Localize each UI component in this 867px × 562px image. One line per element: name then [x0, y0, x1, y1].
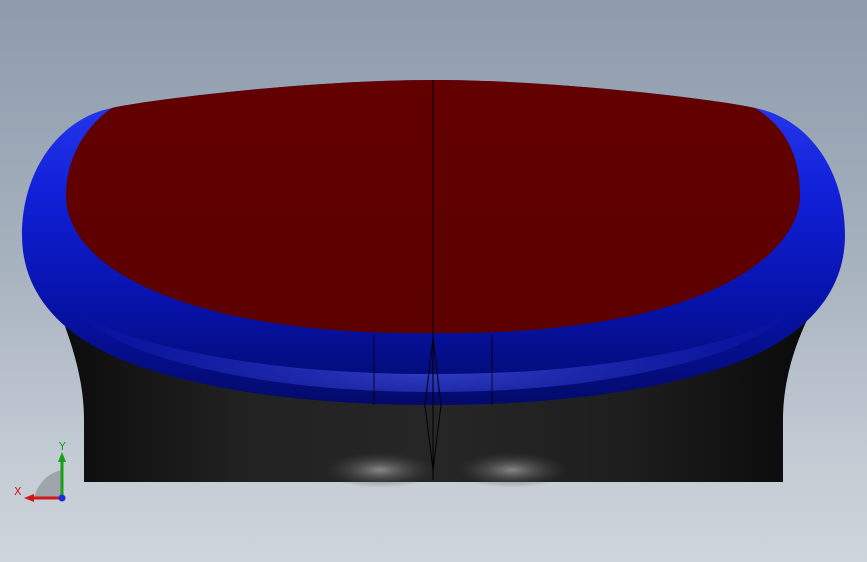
x-axis-label: X [14, 485, 22, 498]
x-axis-arrow [24, 494, 34, 502]
orientation-triad: Y X [14, 440, 66, 502]
z-axis-dot [58, 494, 66, 502]
graphics-viewport[interactable]: Y X [0, 0, 867, 562]
triad-plane [34, 470, 62, 498]
base-highlight [457, 452, 567, 488]
3d-model[interactable] [0, 0, 867, 562]
y-axis-label: Y [58, 440, 66, 453]
y-axis-arrow [58, 452, 66, 462]
base-highlight [325, 452, 435, 488]
